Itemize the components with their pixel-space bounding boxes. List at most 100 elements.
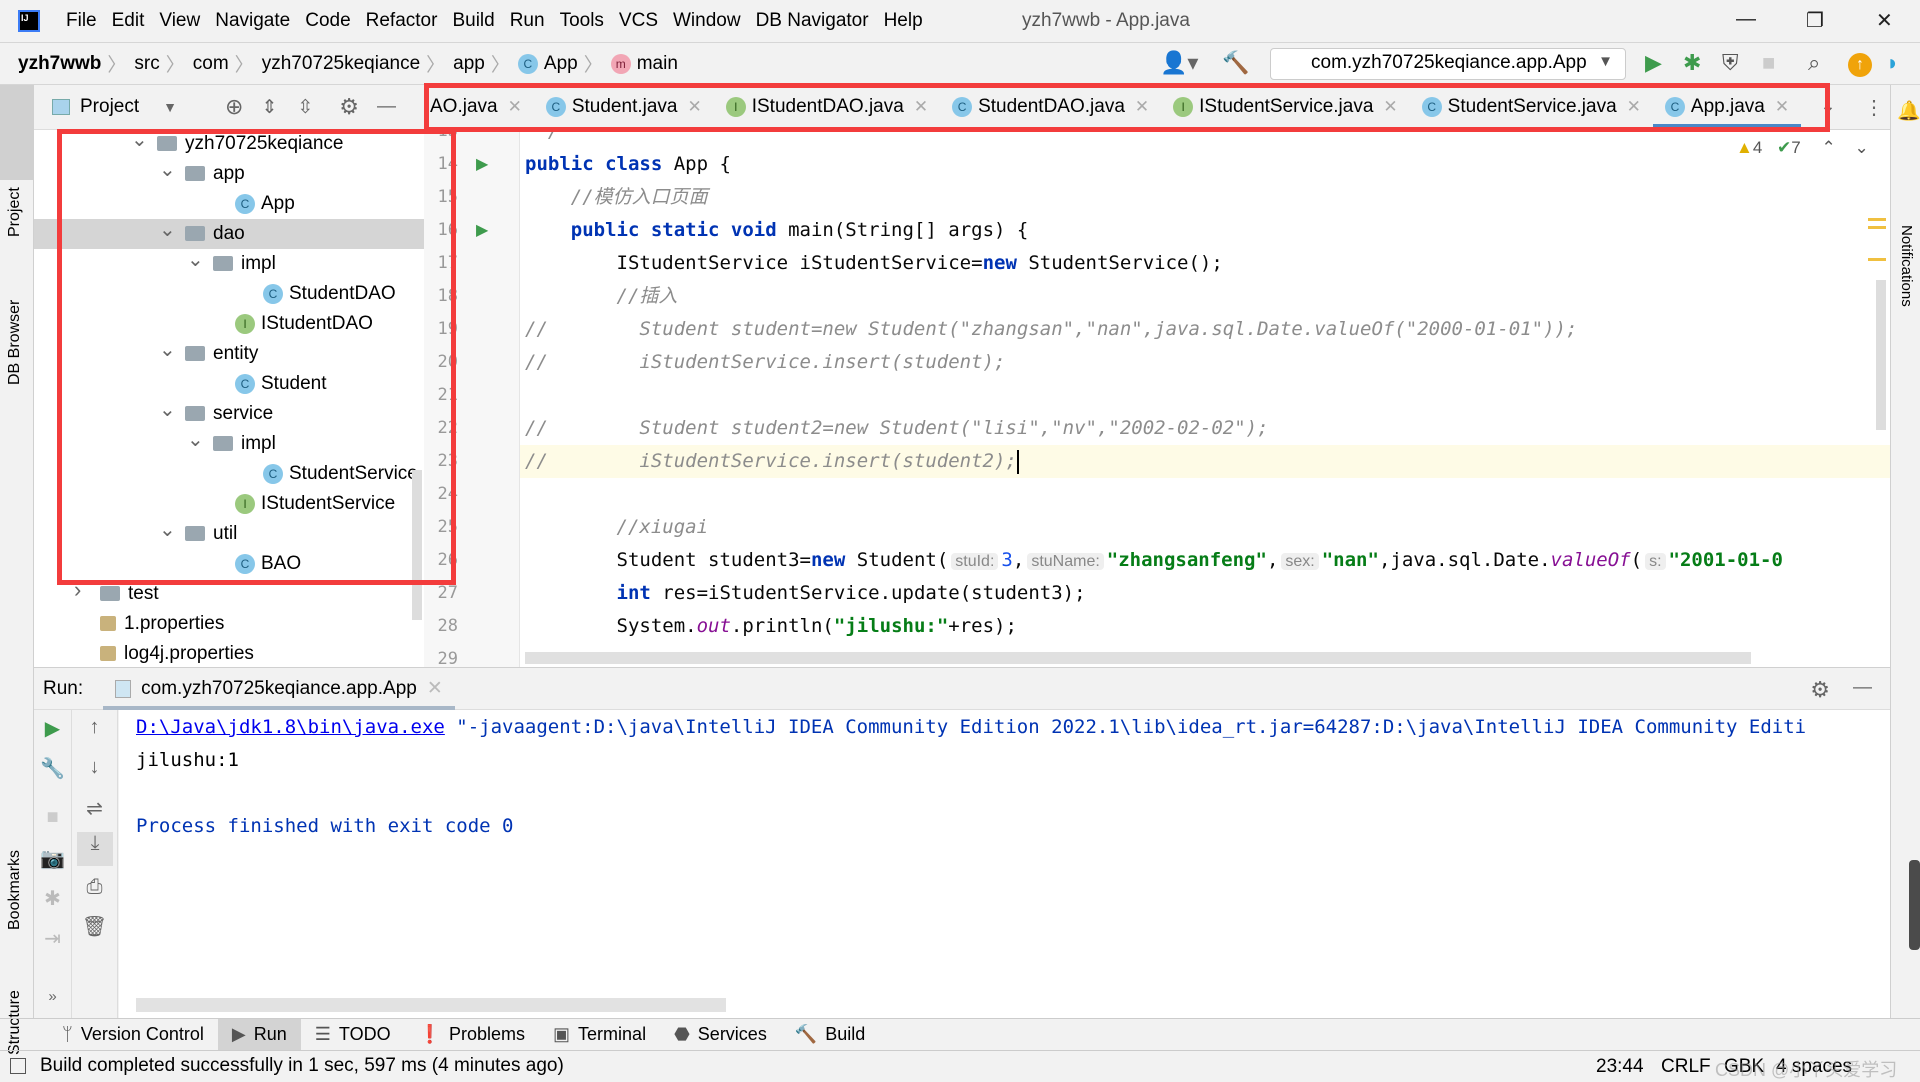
tree-item[interactable]: ⌄ entity [34, 339, 424, 369]
rerun-icon[interactable]: ▶ [34, 716, 71, 741]
close-tab-icon[interactable]: ✕ [1383, 97, 1397, 117]
tree-item[interactable]: log4j.properties [34, 639, 424, 667]
breadcrumb-class[interactable]: App [544, 53, 578, 75]
chevron-right-icon[interactable]: › [74, 575, 81, 605]
warning-marker[interactable] [1868, 218, 1886, 221]
breadcrumb-method[interactable]: main [637, 53, 678, 75]
close-tab-icon[interactable]: ✕ [914, 97, 928, 117]
print-icon[interactable]: ⎙ [72, 876, 117, 899]
tab-app-java[interactable]: C App.java ✕ [1652, 85, 1802, 129]
tree-item[interactable]: ⌄ dao [34, 219, 424, 249]
chevron-down-icon[interactable]: ▼ [163, 99, 177, 115]
run-gutter-icon[interactable]: ▶ [476, 220, 488, 240]
tree-item[interactable]: C App [34, 189, 424, 219]
run-configuration-select[interactable]: com.yzh70725keqiance.app.App ▼ [1270, 48, 1626, 80]
menu-tools[interactable]: Tools [560, 10, 604, 32]
menu-refactor[interactable]: Refactor [366, 10, 438, 32]
close-window-icon[interactable]: ✕ [1876, 8, 1893, 33]
code-line[interactable]: Student student3=new Student(stuId: 3, stu… [525, 544, 1783, 577]
code-line[interactable]: int res=iStudentService.update(student3)… [525, 577, 1086, 610]
up-arrow-icon[interactable]: ↑ [72, 716, 117, 739]
down-arrow-icon[interactable]: ↓ [72, 756, 117, 779]
close-tab-icon[interactable]: ✕ [687, 97, 701, 117]
chevron-down-icon[interactable]: ⌄ [159, 155, 176, 185]
close-tab-icon[interactable]: ✕ [427, 677, 443, 700]
chevron-down-icon[interactable]: ⌄ [159, 215, 176, 245]
scroll-to-end-icon[interactable]: ⤓ [77, 832, 113, 866]
code-line[interactable]: System.out.println("jilushu:"+res); [525, 610, 1017, 643]
close-tab-icon[interactable]: ✕ [1775, 97, 1789, 117]
scroll-handle[interactable] [1909, 860, 1920, 950]
search-icon[interactable]: ⌕ [1808, 50, 1820, 76]
code-line[interactable]: // Student student2=new Student("lisi","… [525, 412, 1269, 445]
restore-icon[interactable]: ❐ [1806, 8, 1824, 33]
expand-all-icon[interactable]: ⇕ [261, 96, 277, 119]
build-hammer-icon[interactable]: 🔨 [1222, 50, 1249, 76]
tab-istudentdao-java[interactable]: I IStudentDAO.java ✕ [714, 85, 940, 129]
chevron-down-icon[interactable]: ⌄ [187, 245, 204, 275]
minimize-icon[interactable]: — [1736, 8, 1756, 31]
line-separator[interactable]: CRLF [1661, 1056, 1711, 1078]
warning-marker[interactable] [1868, 258, 1886, 261]
menu-run[interactable]: Run [510, 10, 545, 32]
code-line[interactable]: //模仿入口页面 [525, 181, 708, 214]
code-line[interactable]: //xiugai [525, 511, 709, 544]
chevron-down-icon[interactable]: ⌄ [159, 395, 176, 425]
tree-item[interactable]: › test [34, 577, 424, 609]
tree-scrollbar[interactable] [412, 470, 422, 620]
bell-icon[interactable]: 🔔 [1897, 99, 1920, 123]
tree-item[interactable]: 1.properties [34, 609, 424, 639]
chevron-down-icon[interactable]: ⌄ [131, 130, 148, 155]
hide-icon[interactable]: — [1853, 677, 1872, 699]
editor-horizontal-scrollbar[interactable] [525, 652, 1751, 664]
camera-icon[interactable]: 📷 [34, 846, 71, 871]
tab-istudentservice-java[interactable]: I IStudentService.java ✕ [1161, 85, 1410, 129]
console-output[interactable]: D:\Java\jdk1.8\bin\java.exe "-javaagent:… [119, 710, 1890, 1018]
menu-file[interactable]: File [66, 10, 97, 32]
update-icon[interactable]: ↑ [1848, 53, 1872, 77]
warning-marker[interactable] [1868, 226, 1886, 229]
tree-item[interactable]: ⌄ yzh70725keqiance [34, 130, 424, 159]
more-icon[interactable]: » [34, 988, 71, 1005]
chevron-down-icon[interactable]: ⌄ [159, 335, 176, 365]
menu-build[interactable]: Build [452, 10, 494, 32]
tree-item[interactable]: C StudentDAO [34, 279, 424, 309]
tree-item[interactable]: ⌄ util [34, 519, 424, 549]
more-vertical-icon[interactable]: ⋮ [1864, 95, 1884, 120]
breadcrumb-src[interactable]: src [134, 53, 159, 75]
code-line[interactable]: // iStudentService.insert(student); [525, 346, 1005, 379]
inspection-widget[interactable]: ▲4 ✔7 ⌃ ⌄ [1736, 138, 1869, 158]
code-line[interactable]: //插入 [525, 280, 678, 313]
collapse-all-icon[interactable]: ⇳ [297, 96, 313, 119]
db-browser-tool-button[interactable]: DB Browser [6, 300, 24, 385]
bottom-tab-terminal[interactable]: ▣ Terminal [539, 1019, 660, 1051]
gear-icon[interactable]: ⚙ [339, 94, 359, 120]
bookmarks-tool-button[interactable]: Bookmarks [6, 850, 24, 930]
tree-item[interactable]: C StudentService [34, 459, 424, 489]
close-tab-icon[interactable]: ✕ [1135, 97, 1149, 117]
tree-item[interactable]: C Student [34, 369, 424, 399]
code-with-me-icon[interactable]: ◗ [1886, 50, 1899, 76]
menu-window[interactable]: Window [673, 10, 741, 32]
menu-navigate[interactable]: Navigate [215, 10, 290, 32]
chevron-down-icon[interactable]: ⌄ [159, 515, 176, 545]
project-tool-button[interactable]: Project [6, 187, 24, 237]
tab-studentdao-java[interactable]: C StudentDAO.java ✕ [940, 85, 1161, 129]
bottom-tab-run[interactable]: ▶ Run [217, 1018, 301, 1051]
tab-ao-java[interactable]: AO.java ✕ [424, 85, 534, 129]
hide-icon[interactable]: — [377, 96, 396, 118]
run-icon[interactable]: ▶ [1645, 50, 1662, 76]
tree-item[interactable]: ⌄ impl [34, 429, 424, 459]
tree-item[interactable]: I IStudentDAO [34, 309, 424, 339]
tree-item[interactable]: ⌄ app [34, 159, 424, 189]
stop-icon[interactable]: ■ [34, 806, 71, 829]
locate-icon[interactable]: ⊕ [225, 94, 243, 120]
caret-position[interactable]: 23:44 [1596, 1056, 1644, 1078]
tree-item[interactable]: C BAO [34, 549, 424, 579]
bottom-tab-build[interactable]: 🔨 Build [781, 1019, 879, 1051]
chevron-down-icon[interactable]: ⌄ [187, 425, 204, 455]
bottom-tab-services[interactable]: ⬣ Services [660, 1019, 781, 1051]
code-line[interactable]: // Student student=new Student("zhangsan… [525, 313, 1577, 346]
coverage-icon[interactable]: ⛨ [1722, 50, 1739, 76]
menu-db-navigator[interactable]: DB Navigator [756, 10, 869, 32]
